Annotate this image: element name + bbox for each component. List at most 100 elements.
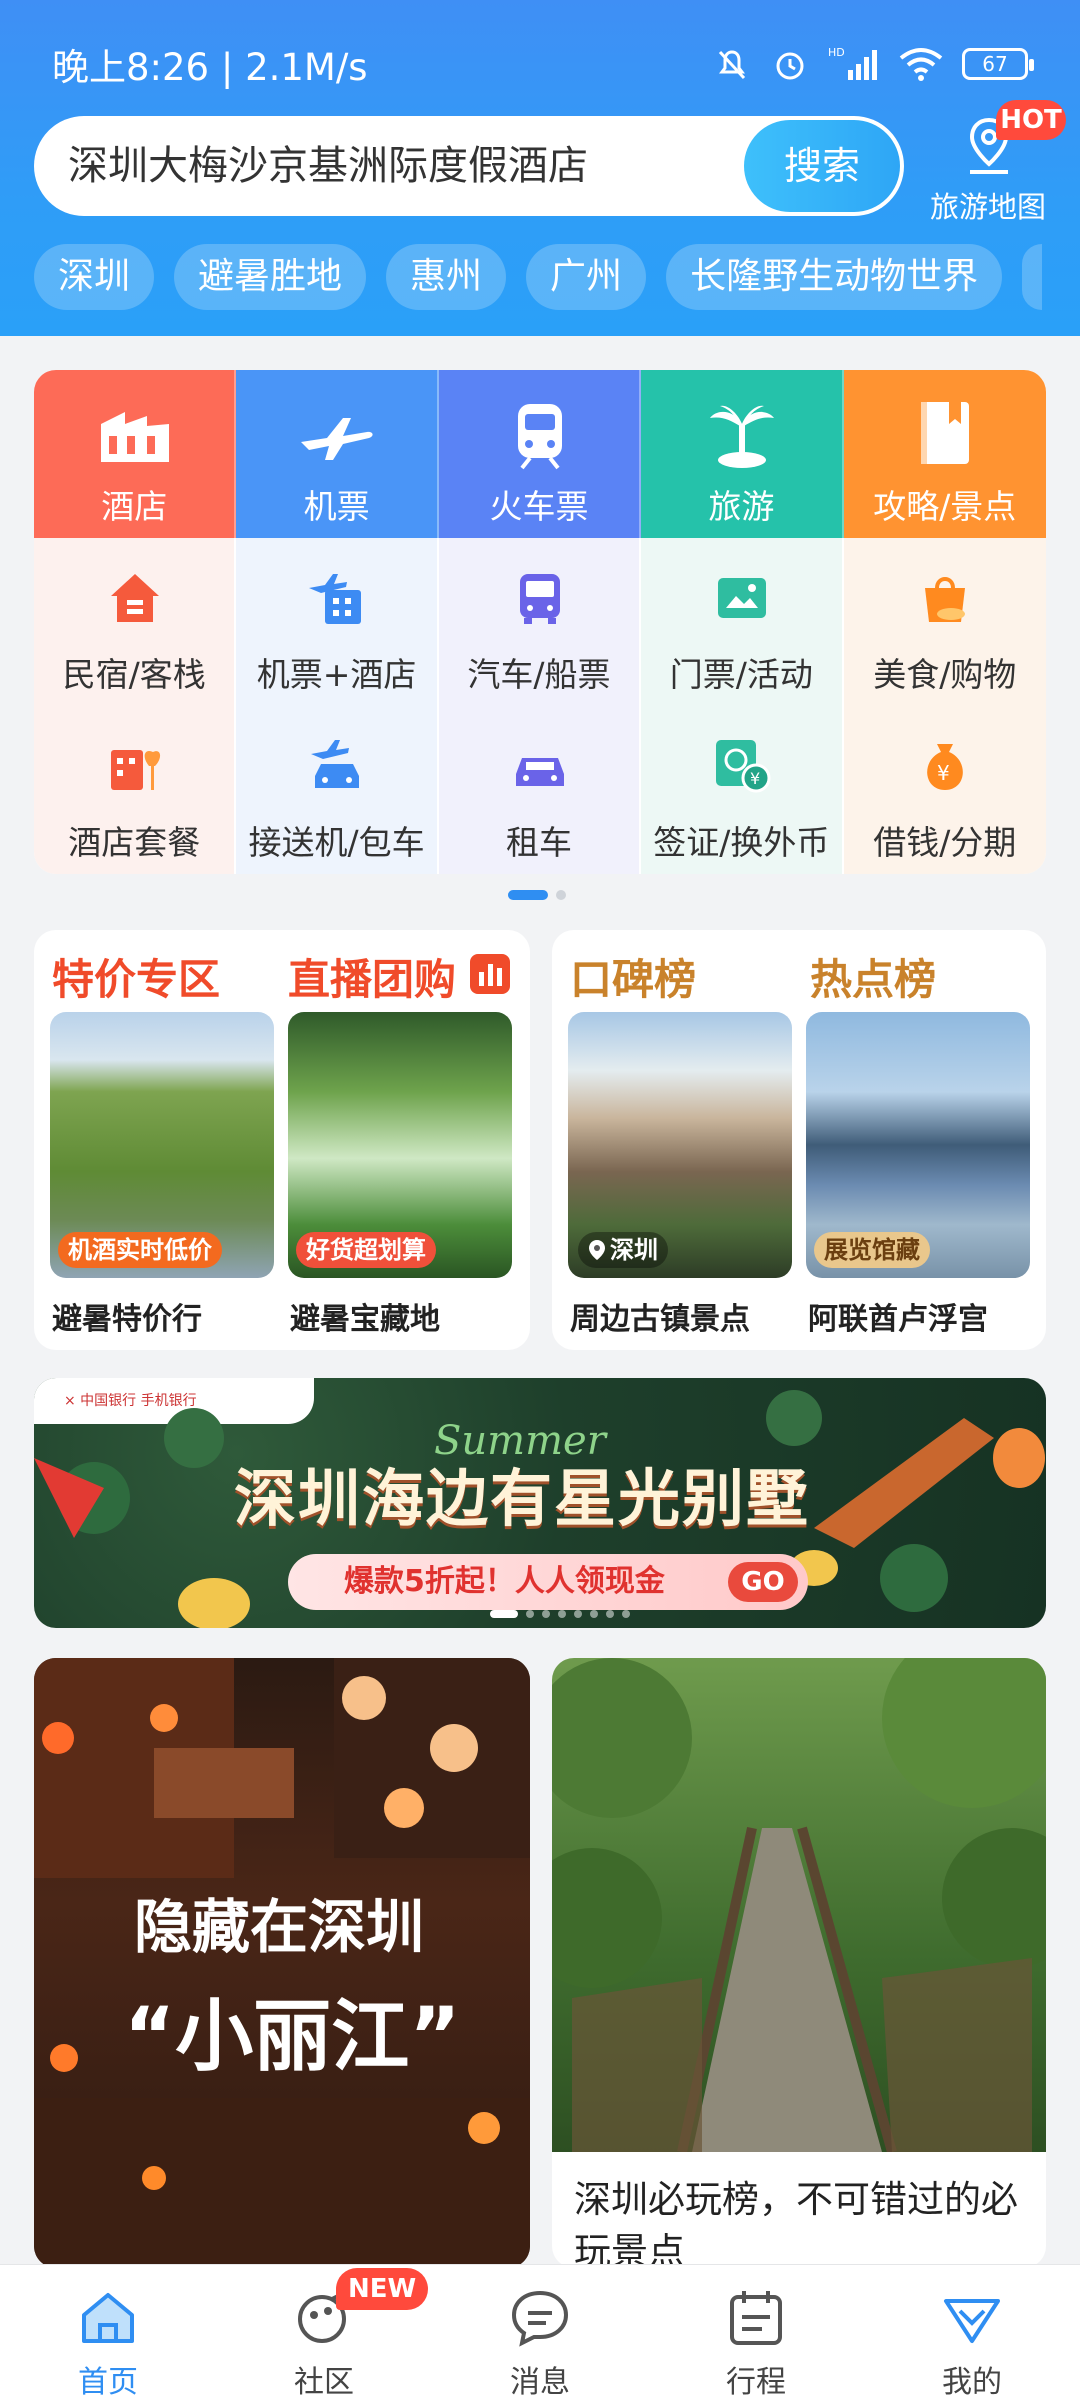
banner-dot (622, 1610, 630, 1618)
location-pin-icon (589, 1240, 605, 1260)
nav-home[interactable]: 首页 (0, 2265, 216, 2400)
rank-caption[interactable]: 阿联酋卢浮宫 (808, 1294, 988, 1338)
feed-card-text: 深圳必玩榜，不可错过的必玩景点 (574, 2178, 1018, 2268)
go-button[interactable]: GO (728, 1562, 798, 1602)
tile-travel[interactable]: 旅游 (641, 370, 844, 538)
banner-dot (574, 1610, 582, 1618)
banner-cta[interactable]: 爆款5折起！人人领现金 GO (288, 1554, 808, 1610)
live-bars-icon (470, 954, 510, 994)
deal-caption[interactable]: 避暑特价行 (52, 1294, 202, 1338)
tile-hotel-label: 酒店 (101, 487, 168, 526)
chip-chimelong[interactable]: 长隆野生动物世界 (666, 244, 1003, 310)
airport-transfer-icon (311, 740, 360, 788)
tile-flight[interactable]: 机票 (236, 370, 439, 538)
tile-flight-label: 机票 (303, 487, 370, 526)
tile-tickets[interactable]: 门票/活动 (641, 538, 844, 706)
tile-bus-ship-label: 汽车/船票 (467, 655, 611, 694)
nav-profile[interactable]: 我的 (864, 2265, 1080, 2400)
nav-home-label: 首页 (78, 2365, 138, 2400)
search-input[interactable]: 深圳大梅沙京基洲际度假酒店 (68, 116, 588, 216)
live-group-heading[interactable]: 直播团购 (288, 946, 456, 1007)
tile-homestay-label: 民宿/客栈 (62, 655, 206, 694)
rank-image-town[interactable]: 深圳 (568, 1012, 792, 1278)
tile-food-shopping[interactable]: 美食/购物 (843, 538, 1046, 706)
tile-hotel-package-label: 酒店套餐 (68, 823, 201, 862)
train-icon (517, 404, 562, 470)
nav-messages[interactable]: 消息 (432, 2265, 648, 2400)
svg-text:¥: ¥ (937, 761, 950, 785)
tile-guide[interactable]: 攻略/景点 (843, 370, 1046, 538)
tile-loan[interactable]: ¥ 借钱/分期 (843, 706, 1046, 874)
page-dot (556, 890, 566, 900)
banner-page-indicator (490, 1610, 630, 1618)
tile-car-rental[interactable]: 租车 (438, 706, 642, 874)
message-icon (511, 2290, 569, 2347)
profile-icon (944, 2299, 1000, 2343)
deal-caption[interactable]: 避暑宝藏地 (290, 1294, 440, 1338)
bus-icon (519, 574, 560, 624)
car-rental-icon (515, 758, 564, 786)
chip-shenzhen[interactable]: 深圳 (34, 244, 155, 310)
itinerary-icon (730, 2291, 782, 2345)
main-services-row: 酒店 机票 火车票 旅游 攻略/景点 (34, 370, 1046, 538)
tile-car-rental-label: 租车 (505, 823, 572, 862)
search-button[interactable]: 搜索 (744, 120, 900, 212)
chip-huizhou[interactable]: 惠州 (386, 244, 507, 310)
banner-dot-active (490, 1610, 518, 1618)
nav-itinerary[interactable]: 行程 (648, 2265, 864, 2400)
feed-title-line1: 隐藏在深圳 (134, 1893, 425, 1961)
banner-dot (606, 1610, 614, 1618)
chip-summer-resort[interactable]: 避暑胜地 (174, 244, 367, 310)
palm-tree-icon (710, 405, 775, 468)
tile-homestay[interactable]: 民宿/客栈 (34, 538, 237, 706)
rank-caption[interactable]: 周边古镇景点 (570, 1294, 750, 1338)
sub-services-row-2: 酒店套餐 接送机/包车 租车 ¥ 签证/换外币 ¥ 借钱/分期 (34, 706, 1046, 874)
new-badge: NEW (336, 2268, 429, 2310)
grid-page-indicator (508, 890, 566, 900)
reputation-rank-heading[interactable]: 口碑榜 (570, 946, 696, 1007)
chip-overflow[interactable] (1022, 244, 1043, 310)
nav-messages-label: 消息 (510, 2365, 570, 2400)
tile-tickets-label: 门票/活动 (669, 655, 813, 694)
nav-profile-label: 我的 (942, 2365, 1002, 2400)
chip-guangzhou[interactable]: 广州 (526, 244, 647, 310)
page-dot-active (508, 890, 548, 900)
tile-flight-hotel[interactable]: 机票+酒店 (236, 538, 439, 706)
tile-loan-label: 借钱/分期 (873, 823, 1017, 862)
hot-badge: HOT (996, 100, 1066, 140)
search-bar[interactable]: 深圳大梅沙京基洲际度假酒店 搜索 (34, 116, 904, 216)
hot-destination-chips: 深圳 避暑胜地 惠州 广州 长隆野生动物世界 (34, 244, 1043, 310)
tile-hotel-package[interactable]: 酒店套餐 (34, 706, 237, 874)
tile-train[interactable]: 火车票 (438, 370, 642, 538)
battery-indicator: 67 (962, 48, 1034, 80)
nav-itinerary-label: 行程 (726, 2365, 786, 2400)
location-tag: 深圳 (578, 1232, 668, 1268)
banner-dot (558, 1610, 566, 1618)
tile-airport-transfer-label: 接送机/包车 (248, 823, 425, 862)
deals-card[interactable]: 特价专区 直播团购 机酒实时低价 避暑特价行 好货超划算 避暑宝藏地 (34, 930, 530, 1350)
banner-title: 深圳海边有星光别墅 (234, 1462, 811, 1535)
tile-visa-currency-label: 签证/换外币 (653, 823, 830, 862)
hotel-package-icon (111, 750, 161, 790)
alarm-icon (776, 52, 804, 80)
deal-image-forest[interactable]: 好货超划算 (288, 1012, 512, 1278)
trending-rank-heading[interactable]: 热点榜 (810, 946, 936, 1007)
deals-heading[interactable]: 特价专区 (52, 946, 220, 1007)
svg-text:HD: HD (828, 46, 845, 59)
rank-image-louvre[interactable]: 展览馆藏 (806, 1012, 1030, 1278)
tile-train-label: 火车票 (489, 487, 589, 526)
service-grid: 酒店 机票 火车票 旅游 攻略/景点 民宿/客栈 机票+酒店 汽车/船票 门票/… (34, 370, 1046, 874)
status-bar: 晚上8:26 | 2.1M/s HD 67 (52, 36, 1034, 92)
feed-card-must-play[interactable]: 深圳必玩榜，不可错过的必玩景点 (552, 1658, 1046, 2268)
tile-bus-ship[interactable]: 汽车/船票 (438, 538, 642, 706)
tile-hotel[interactable]: 酒店 (34, 370, 237, 538)
tile-visa-currency[interactable]: ¥ 签证/换外币 (641, 706, 844, 874)
guidebook-icon (920, 402, 969, 464)
rankings-card[interactable]: 口碑榜 热点榜 深圳 周边古镇景点 展览馆藏 阿联酋卢浮宫 (552, 930, 1046, 1350)
banner-dot (542, 1610, 550, 1618)
deal-image-summer[interactable]: 机酒实时低价 (50, 1012, 274, 1278)
airplane-icon (301, 418, 374, 460)
feed-card-lijiang[interactable]: 隐藏在深圳 “小丽江” (34, 1658, 530, 2268)
promo-banner[interactable]: × 中国银行 手机银行 Summer 深圳海边有星光别墅 爆款5折起！人人领现金… (34, 1378, 1046, 1628)
tile-airport-transfer[interactable]: 接送机/包车 (236, 706, 439, 874)
